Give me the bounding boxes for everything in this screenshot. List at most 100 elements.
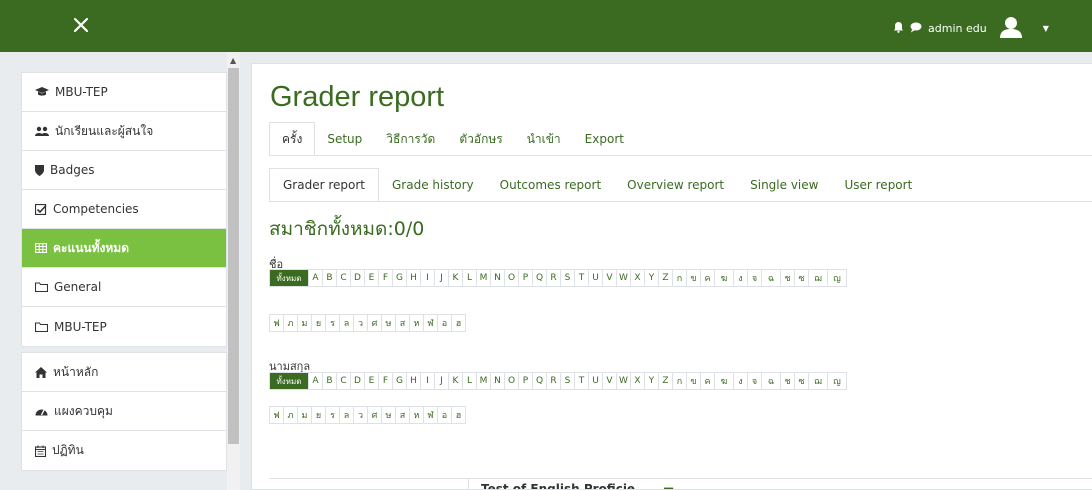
lastname-initial-letter[interactable]: ง — [733, 372, 748, 390]
lastname-initial-letter[interactable]: ร — [325, 406, 340, 424]
tab-grader-report[interactable]: Grader report — [269, 168, 379, 202]
tab-letters[interactable]: ตัวอักษร — [447, 122, 514, 156]
firstname-initial-letter[interactable]: ญ — [827, 269, 847, 287]
firstname-initial-letter[interactable]: B — [322, 269, 337, 287]
lastname-initial-letter[interactable]: Y — [644, 372, 659, 390]
lastname-initial-letter[interactable]: ย — [311, 406, 326, 424]
tab-view[interactable]: ครั้ง — [269, 122, 316, 156]
firstname-initial-letter[interactable]: ฉ — [761, 269, 781, 287]
notifications-button[interactable] — [893, 21, 904, 36]
lastname-initial-letter[interactable]: ห — [409, 406, 424, 424]
lastname-initial-letter[interactable]: จ — [747, 372, 762, 390]
firstname-initial-letter[interactable]: ก — [672, 269, 687, 287]
firstname-initial-letter[interactable]: ม — [297, 314, 312, 332]
lastname-initial-letter[interactable]: ษ — [381, 406, 396, 424]
lastname-initial-letter[interactable]: X — [630, 372, 645, 390]
lastname-initial-letter[interactable]: ช — [780, 372, 795, 390]
avatar[interactable] — [999, 16, 1023, 41]
lastname-initial-letter[interactable]: ว — [353, 406, 368, 424]
firstname-initial-letter[interactable]: J — [434, 269, 449, 287]
sidebar-item-participants[interactable]: นักเรียนและผู้สนใจ — [22, 112, 226, 151]
lastname-initial-letter[interactable]: S — [560, 372, 575, 390]
firstname-initial-letter[interactable]: ฮ — [451, 314, 466, 332]
firstname-initial-letter[interactable]: T — [574, 269, 589, 287]
firstname-initial-letter[interactable]: ฌ — [808, 269, 828, 287]
lastname-initial-letter[interactable]: ม — [297, 406, 312, 424]
firstname-initial-letter[interactable]: ฬ — [423, 314, 438, 332]
firstname-initial-letter[interactable]: ย — [311, 314, 326, 332]
lastname-initial-letter[interactable]: B — [322, 372, 337, 390]
tab-import[interactable]: นำเข้า — [515, 122, 573, 156]
lastname-initial-letter[interactable]: ฬ — [423, 406, 438, 424]
tab-single-view[interactable]: Single view — [737, 168, 831, 202]
tab-export[interactable]: Export — [573, 122, 636, 156]
lastname-initial-letter[interactable]: R — [546, 372, 561, 390]
scrollbar-thumb[interactable] — [228, 68, 239, 444]
lastname-initial-letter[interactable]: D — [350, 372, 365, 390]
lastname-initial-letter[interactable]: W — [616, 372, 631, 390]
firstname-initial-letter[interactable]: ช — [780, 269, 795, 287]
lastname-initial-letter[interactable]: ค — [700, 372, 715, 390]
lastname-initial-letter[interactable]: V — [602, 372, 617, 390]
lastname-initial-letter[interactable]: อ — [437, 406, 452, 424]
firstname-initial-letter[interactable]: H — [406, 269, 421, 287]
sidebar-item-home[interactable]: หน้าหลัก — [22, 353, 226, 392]
sidebar-item-competencies[interactable]: Competencies — [22, 190, 226, 229]
firstname-initial-letter[interactable]: P — [518, 269, 533, 287]
firstname-initial-letter[interactable]: M — [476, 269, 491, 287]
tab-user-report[interactable]: User report — [831, 168, 925, 202]
firstname-initial-letter[interactable]: ห — [409, 314, 424, 332]
tab-setup[interactable]: Setup — [315, 122, 374, 156]
lastname-initial-letter[interactable]: K — [448, 372, 463, 390]
lastname-initial-letter[interactable]: M — [476, 372, 491, 390]
firstname-initial-letter[interactable]: ส — [395, 314, 410, 332]
lastname-initial-letter[interactable]: T — [574, 372, 589, 390]
messages-button[interactable] — [910, 22, 922, 36]
firstname-initial-all[interactable]: ทั้งหมด — [269, 269, 309, 287]
firstname-initial-letter[interactable]: U — [588, 269, 603, 287]
sidebar-scrollbar[interactable]: ▲ — [227, 52, 240, 490]
firstname-initial-letter[interactable]: ซ — [794, 269, 809, 287]
lastname-initial-all[interactable]: ทั้งหมด — [269, 372, 309, 390]
lastname-initial-letter[interactable]: L — [462, 372, 477, 390]
tab-scales[interactable]: วิธีการวัด — [374, 122, 447, 156]
lastname-initial-letter[interactable]: J — [434, 372, 449, 390]
firstname-initial-letter[interactable]: ษ — [381, 314, 396, 332]
tab-grade-history[interactable]: Grade history — [379, 168, 487, 202]
lastname-initial-letter[interactable]: ซ — [794, 372, 809, 390]
tab-outcomes-report[interactable]: Outcomes report — [487, 168, 614, 202]
firstname-initial-letter[interactable]: I — [420, 269, 435, 287]
firstname-initial-letter[interactable]: C — [336, 269, 351, 287]
lastname-initial-letter[interactable]: I — [420, 372, 435, 390]
firstname-initial-letter[interactable]: K — [448, 269, 463, 287]
lastname-initial-letter[interactable]: ญ — [827, 372, 847, 390]
firstname-initial-letter[interactable]: จ — [747, 269, 762, 287]
grade-item-column-title[interactable]: Test of English Proficie... ▬ — [481, 482, 674, 489]
sidebar-item-general[interactable]: General — [22, 268, 226, 307]
firstname-initial-letter[interactable]: อ — [437, 314, 452, 332]
lastname-initial-letter[interactable]: ล — [339, 406, 354, 424]
firstname-initial-letter[interactable]: N — [490, 269, 505, 287]
scroll-up-icon[interactable]: ▲ — [230, 56, 236, 65]
lastname-initial-letter[interactable]: ศ — [367, 406, 382, 424]
lastname-initial-letter[interactable]: ข — [686, 372, 701, 390]
firstname-initial-letter[interactable]: ค — [700, 269, 715, 287]
lastname-initial-letter[interactable]: H — [406, 372, 421, 390]
lastname-initial-letter[interactable]: ฌ — [808, 372, 828, 390]
firstname-initial-letter[interactable]: D — [350, 269, 365, 287]
lastname-initial-letter[interactable]: A — [308, 372, 323, 390]
firstname-initial-letter[interactable]: ว — [353, 314, 368, 332]
firstname-initial-letter[interactable]: L — [462, 269, 477, 287]
firstname-initial-letter[interactable]: O — [504, 269, 519, 287]
firstname-initial-letter[interactable]: E — [364, 269, 379, 287]
lastname-initial-letter[interactable]: N — [490, 372, 505, 390]
collapse-icon[interactable]: ▬ — [663, 482, 674, 489]
lastname-initial-letter[interactable]: C — [336, 372, 351, 390]
lastname-initial-letter[interactable]: ก — [672, 372, 687, 390]
firstname-initial-letter[interactable]: R — [546, 269, 561, 287]
sidebar-item-badges[interactable]: Badges — [22, 151, 226, 190]
sidebar-item-course[interactable]: MBU-TEP — [22, 73, 226, 112]
firstname-initial-letter[interactable]: ล — [339, 314, 354, 332]
lastname-initial-letter[interactable]: P — [518, 372, 533, 390]
firstname-initial-letter[interactable]: ฆ — [714, 269, 734, 287]
